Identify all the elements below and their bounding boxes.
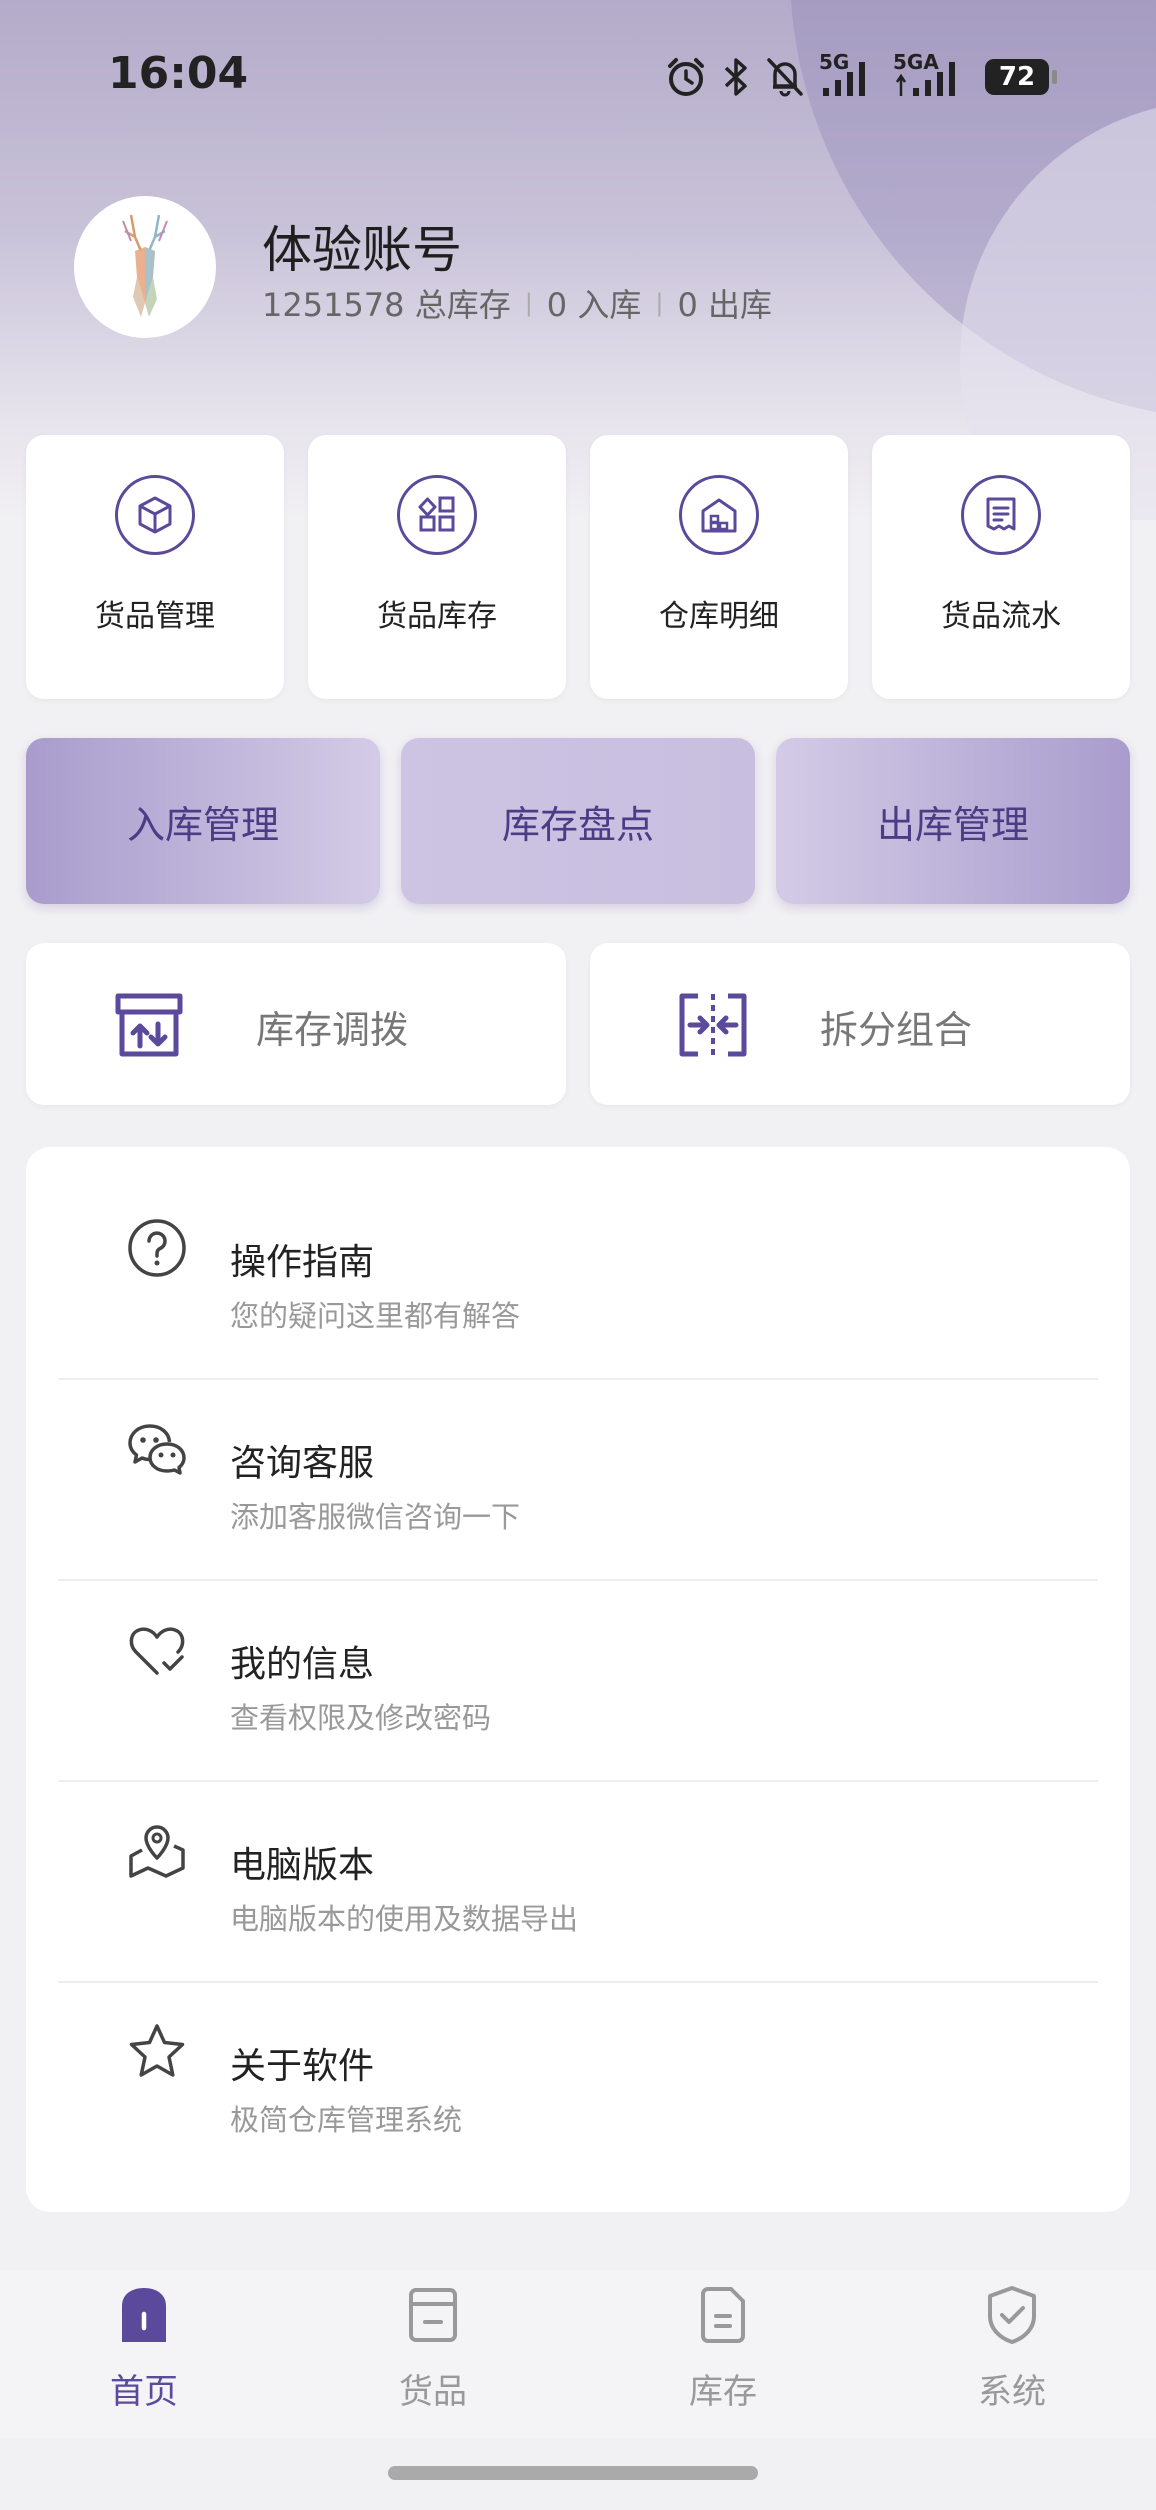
menu-item-my-info[interactable]: 我的信息 查看权限及修改密码 <box>58 1549 1098 1749</box>
tab-home[interactable]: 首页 <box>54 2270 234 2438</box>
inbound-management-button[interactable]: 入库管理 <box>26 738 380 904</box>
action-cards: 入库管理 库存盘点 出库管理 <box>26 738 1130 904</box>
inventory-icon <box>701 2287 745 2343</box>
tab-goods[interactable]: 货品 <box>343 2270 523 2438</box>
card-label: 货品库存 <box>377 599 497 634</box>
signal-5g-icon: 5G <box>819 52 879 98</box>
outbound-management-button[interactable]: 出库管理 <box>776 738 1130 904</box>
receipt-icon <box>961 475 1041 555</box>
menu-title: 我的信息 <box>230 1644 375 1685</box>
stat-separator: | <box>655 289 664 317</box>
star-icon <box>129 2024 185 2077</box>
menu-item-guide[interactable]: 操作指南 您的疑问这里都有解答 <box>58 1147 1098 1347</box>
menu-subtitle: 极简仓库管理系统 <box>230 2103 463 2137</box>
split-combine-button[interactable]: 拆分组合 <box>590 943 1130 1105</box>
inbound-count: 0 入库 <box>546 286 642 324</box>
tab-label: 货品 <box>399 2372 467 2412</box>
outbound-count: 0 出库 <box>677 286 772 324</box>
bottom-tab-bar: 首页 货品 库存 系统 <box>0 2270 1156 2438</box>
card-goods-management[interactable]: 货品管理 <box>26 435 284 699</box>
home-icon <box>122 2288 166 2342</box>
account-name: 体验账号 <box>262 221 462 279</box>
stock-check-button[interactable]: 库存盘点 <box>401 738 755 904</box>
tool-label: 库存调拨 <box>256 1008 409 1052</box>
mute-icon <box>767 58 803 97</box>
transfer-box-icon <box>115 993 183 1057</box>
question-icon <box>128 1219 186 1277</box>
alarm-icon <box>668 58 704 96</box>
wechat-icon <box>128 1424 186 1475</box>
home-indicator[interactable] <box>388 2466 758 2480</box>
card-goods-stock[interactable]: 货品库存 <box>308 435 566 699</box>
card-label: 货品流水 <box>941 599 1061 634</box>
menu-title: 电脑版本 <box>230 1845 375 1886</box>
merge-split-icon <box>679 993 747 1057</box>
grid-blocks-icon <box>397 475 477 555</box>
tab-inventory[interactable]: 库存 <box>633 2270 813 2438</box>
quick-cards: 货品管理 货品库存 仓库明细 货品流水 <box>26 435 1130 699</box>
tab-label: 首页 <box>110 2372 178 2412</box>
tab-system[interactable]: 系统 <box>922 2270 1102 2438</box>
heart-check-icon <box>129 1627 185 1675</box>
card-goods-flow[interactable]: 货品流水 <box>872 435 1130 699</box>
menu-title: 操作指南 <box>230 1242 375 1283</box>
menu-item-pc-version[interactable]: 电脑版本 电脑版本的使用及数据导出 <box>58 1750 1098 1950</box>
menu-item-about[interactable]: 关于软件 极简仓库管理系统 <box>58 1951 1098 2151</box>
avatar[interactable] <box>74 196 216 338</box>
stock-transfer-button[interactable]: 库存调拨 <box>26 943 566 1105</box>
menu-item-support[interactable]: 咨询客服 添加客服微信咨询一下 <box>58 1348 1098 1548</box>
bluetooth-icon <box>724 58 747 96</box>
card-label: 仓库明细 <box>659 599 779 634</box>
map-pin-icon <box>129 1825 185 1878</box>
menu-list: 操作指南 您的疑问这里都有解答 咨询客服 添加客服微信咨询一下 我的信息 查看权… <box>26 1147 1130 2212</box>
menu-subtitle: 添加客服微信咨询一下 <box>230 1500 521 1534</box>
tool-label: 拆分组合 <box>820 1008 973 1052</box>
stat-separator: | <box>524 289 533 317</box>
menu-title: 咨询客服 <box>230 1443 375 1484</box>
status-icons: 5G 5GA 72 <box>665 52 1057 102</box>
card-warehouse-detail[interactable]: 仓库明细 <box>590 435 848 699</box>
battery-indicator: 72 <box>985 59 1057 95</box>
menu-title: 关于软件 <box>230 2046 375 2087</box>
status-bar: 16:04 5G 5GA 72 <box>0 0 1156 150</box>
signal-5ga-icon: 5GA <box>893 52 971 98</box>
status-time: 16:04 <box>108 48 249 99</box>
menu-subtitle: 电脑版本的使用及数据导出 <box>230 1902 579 1936</box>
menu-subtitle: 查看权限及修改密码 <box>230 1701 492 1735</box>
account-stats: 1251578 总库存 | 0 入库 | 0 出库 <box>262 280 772 326</box>
goods-icon <box>409 2288 457 2342</box>
tab-label: 库存 <box>689 2372 757 2412</box>
shield-icon <box>988 2286 1036 2344</box>
tab-label: 系统 <box>978 2372 1046 2412</box>
tool-cards: 库存调拨 拆分组合 <box>26 943 1130 1105</box>
menu-subtitle: 您的疑问这里都有解答 <box>230 1299 521 1333</box>
box-icon <box>115 475 195 555</box>
card-label: 货品管理 <box>95 599 215 634</box>
warehouse-icon <box>679 475 759 555</box>
deer-logo-icon <box>122 214 168 317</box>
total-stock-count: 1251578 总库存 <box>262 286 511 324</box>
